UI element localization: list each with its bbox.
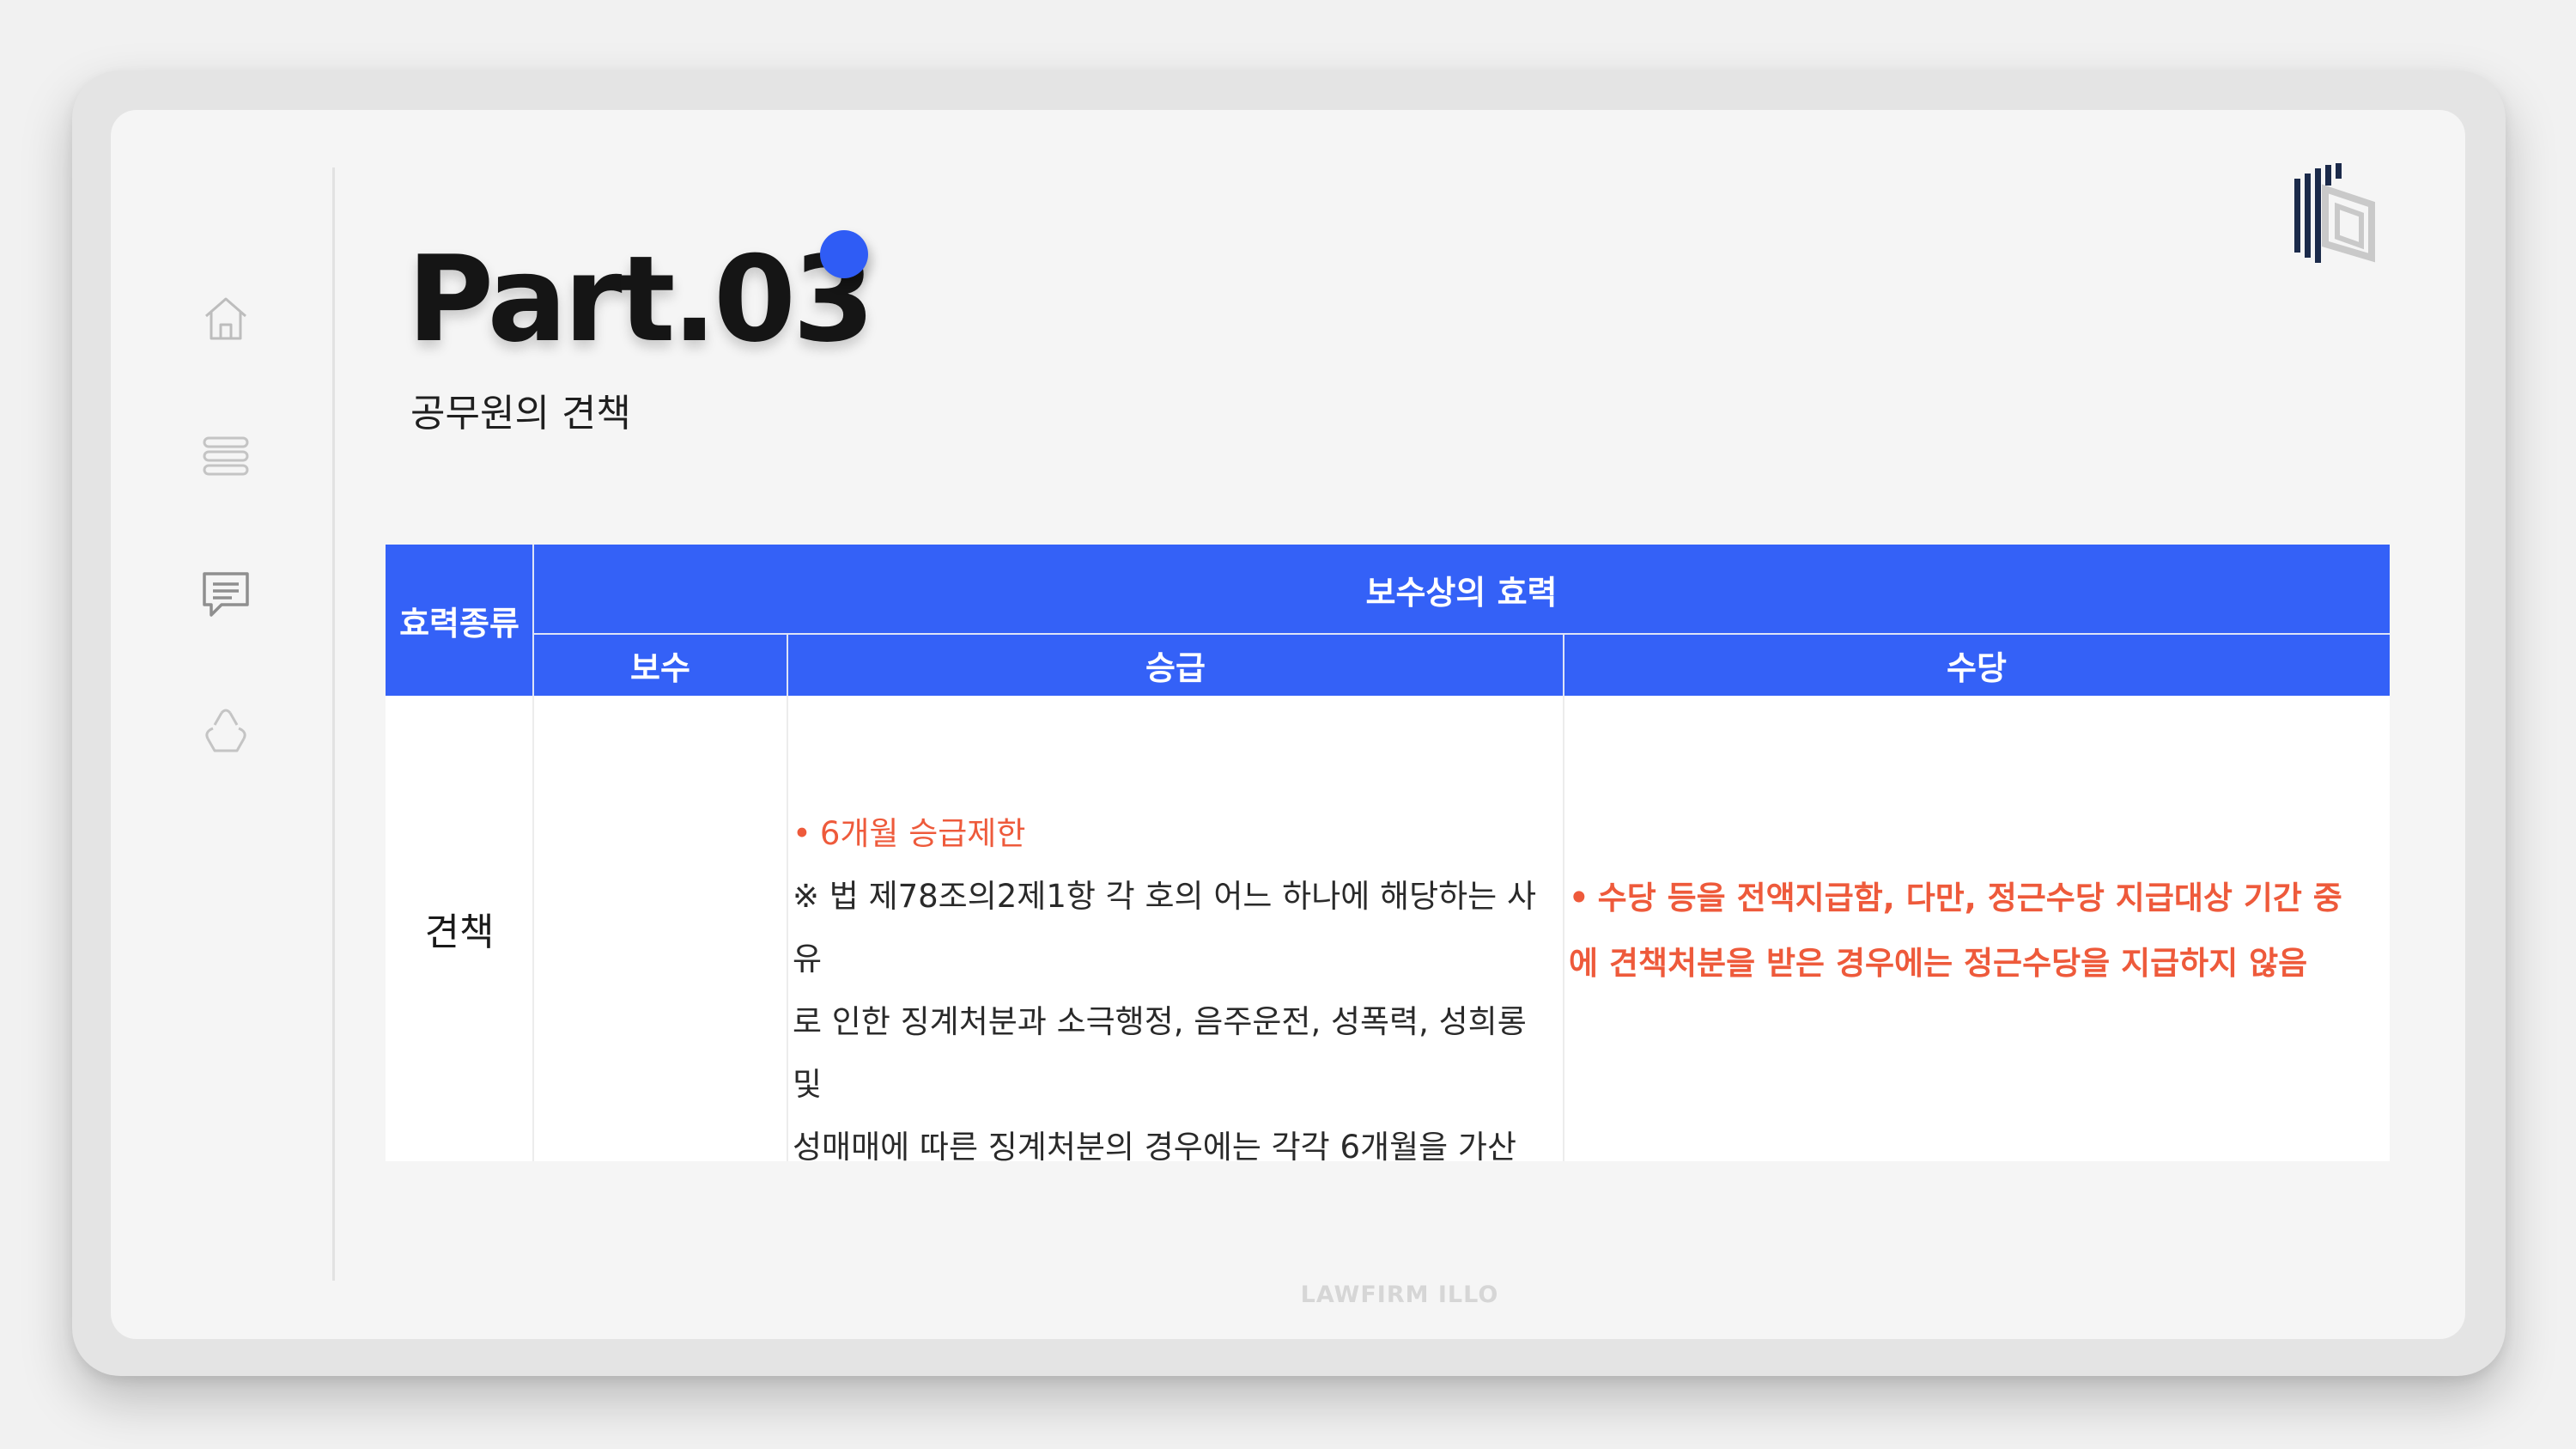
bullet-dot: • xyxy=(1569,880,1589,916)
header-col-promotion-label: 승급 xyxy=(1145,648,1206,687)
header-col-pay-label: 보수 xyxy=(630,648,690,687)
accent-dot xyxy=(820,230,868,278)
header-col-allowance: 수당 xyxy=(1564,634,2390,696)
header-col-allowance-label: 수당 xyxy=(1947,648,2007,687)
header-divider xyxy=(532,545,534,696)
header-divider xyxy=(533,633,2390,635)
header-pay-effects-label: 보수상의 효력 xyxy=(1365,573,1558,612)
bullet-dot: • xyxy=(793,815,811,852)
list-icon[interactable] xyxy=(196,426,256,486)
row-label-reprimand: 견책 xyxy=(386,696,533,1161)
home-icon[interactable] xyxy=(196,289,256,349)
footer-brand: LAWFIRM ILLO xyxy=(1300,1282,1499,1308)
allowance-line: • 수당 등을 전액지급함, 다만, 정근수당 지급대상 기간 중 xyxy=(1569,866,2385,931)
discipline-effects-table: 효력종류 보수상의 효력 보수 승급 수당 견책 • 6개월 승급제한 ※ 법 제… xyxy=(386,545,2390,1166)
header-divider xyxy=(1563,634,1564,696)
brand-logo-icon xyxy=(2291,161,2387,268)
header-pay-effects: 보수상의 효력 xyxy=(533,545,2390,634)
promotion-bullet-text: 6개월 승급제한 xyxy=(819,815,1026,852)
recycle-icon[interactable] xyxy=(196,701,256,761)
promotion-note-line: 로 인한 징계처분과 소극행정, 음주운전, 성폭력, 성희롱 및 xyxy=(793,1003,1527,1103)
cell-pay xyxy=(533,696,787,1161)
promotion-note-line: 성매매에 따른 징계처분의 경우에는 각각 6개월을 가산 xyxy=(793,1129,1516,1166)
chat-icon[interactable] xyxy=(196,563,256,624)
header-effect-type: 효력종류 xyxy=(386,545,533,696)
slide-subtitle: 공무원의 견책 xyxy=(410,392,631,435)
row-label-text: 견책 xyxy=(424,910,495,954)
allowance-line-text: 수당 등을 전액지급함, 다만, 정근수당 지급대상 기간 중 xyxy=(1597,880,2342,916)
header-divider xyxy=(787,634,788,696)
promotion-bullet: • 6개월 승급제한 xyxy=(793,802,1565,865)
cell-promotion: • 6개월 승급제한 ※ 법 제78조의2제1항 각 호의 어느 하나에 해당하는… xyxy=(793,802,1565,1178)
promotion-note-line: ※ 법 제78조의2제1항 각 호의 어느 하나에 해당하는 사유 xyxy=(793,878,1537,977)
cell-allowance: • 수당 등을 전액지급함, 다만, 정근수당 지급대상 기간 중 에 견책처분을… xyxy=(1569,866,2385,996)
header-col-pay: 보수 xyxy=(533,634,787,696)
header-effect-type-label: 효력종류 xyxy=(399,604,519,642)
header-col-promotion: 승급 xyxy=(787,634,1564,696)
allowance-line: 에 견책처분을 받은 경우에는 정근수당을 지급하지 않음 xyxy=(1569,945,2308,982)
part-title: Part.03 xyxy=(407,230,875,368)
sidebar-divider xyxy=(332,167,335,1281)
